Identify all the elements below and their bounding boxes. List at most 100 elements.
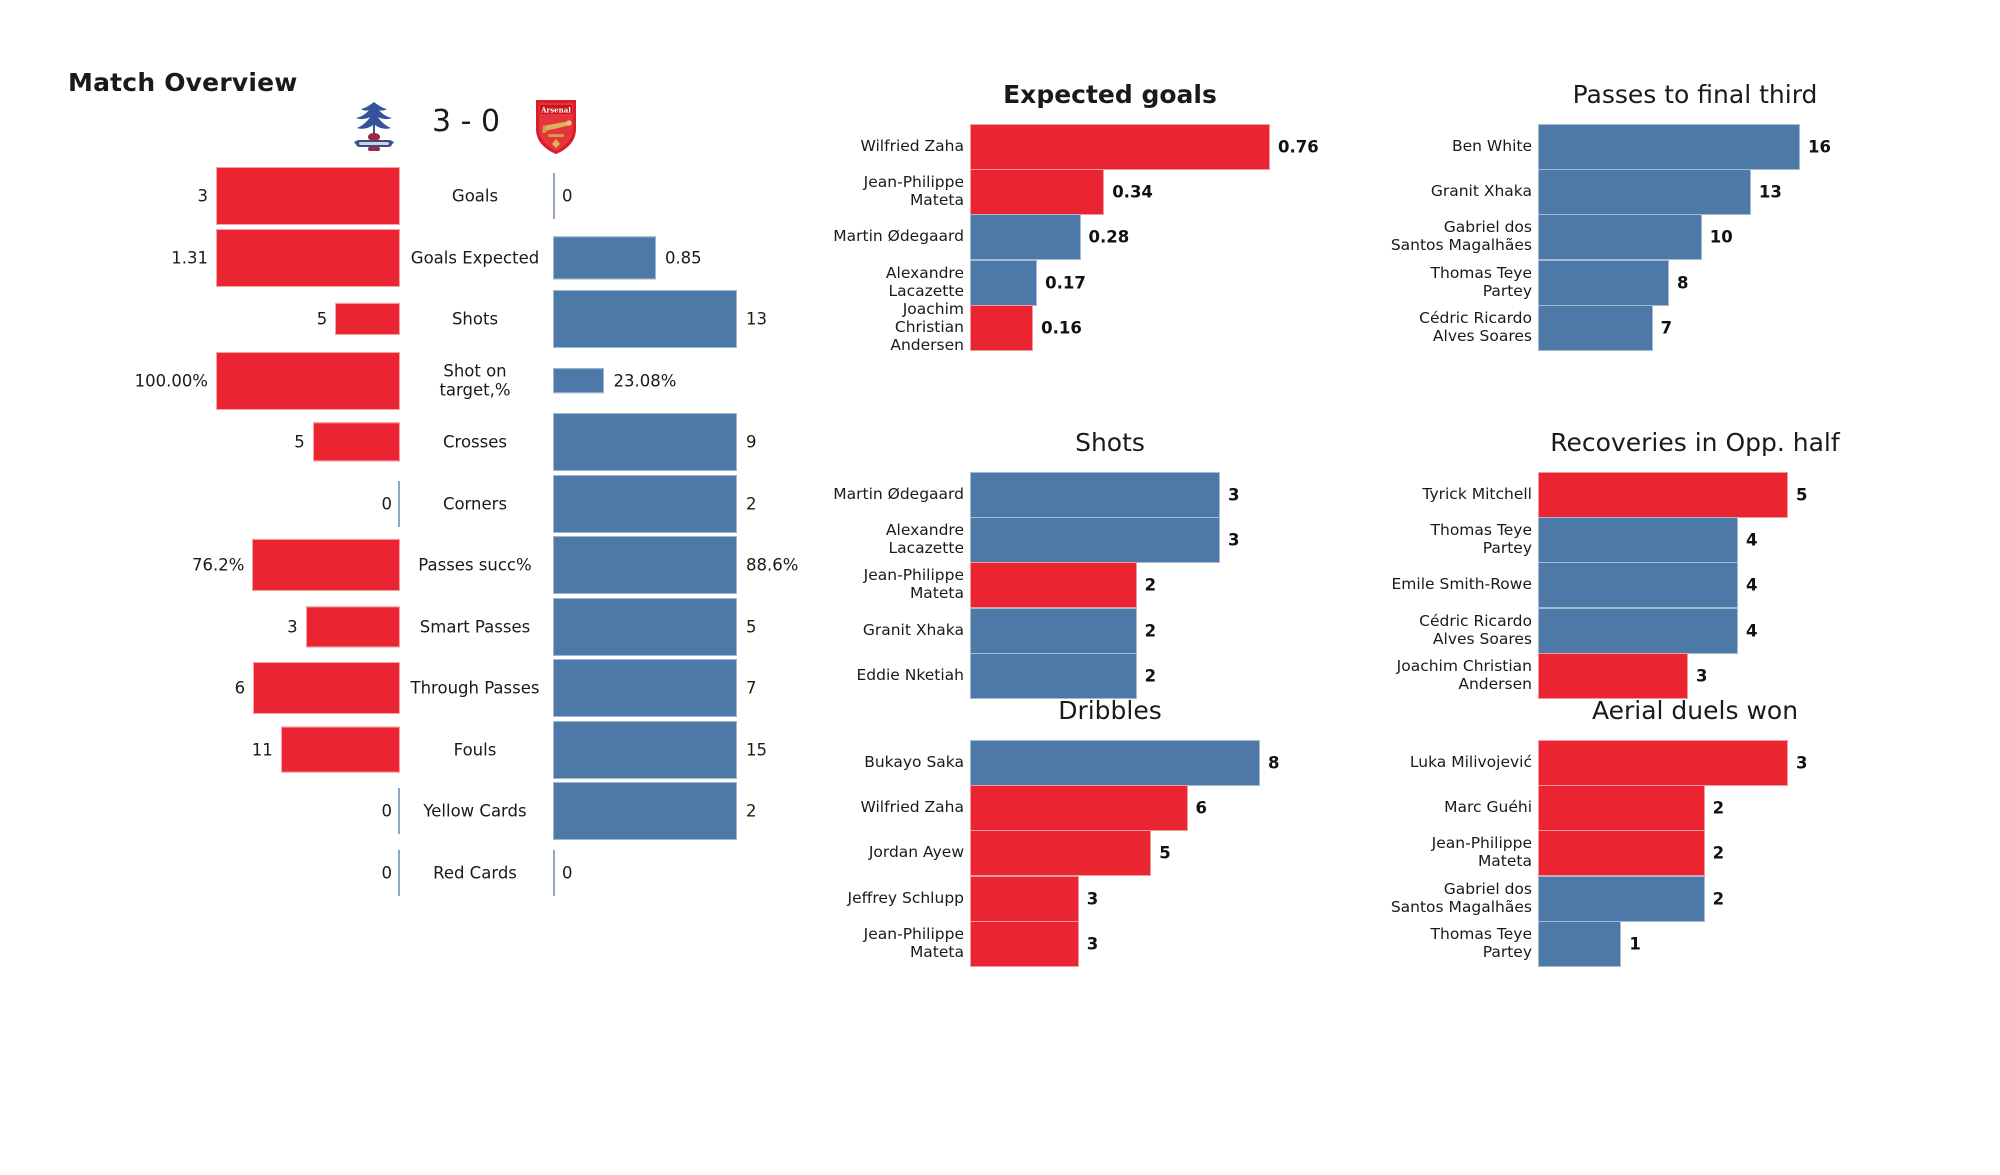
chart-bar-value: 2	[1712, 798, 1725, 818]
chart-bar	[1538, 830, 1705, 877]
chart-title: Dribbles	[1058, 696, 1162, 725]
overview-home-value: 3	[287, 617, 298, 636]
overview-away-value: 2	[746, 801, 757, 821]
overview-stat-label: Passes succ%	[418, 555, 532, 575]
overview-away-bar	[553, 413, 737, 471]
chart-bar-row: Joachim Christian Andersen 3	[1390, 652, 2000, 699]
page-title: Match Overview	[68, 68, 298, 97]
chart-bar-row: Jeffrey Schlupp 3	[830, 875, 1390, 922]
chart-category-label: Cédric Ricardo Alves Soares	[1419, 308, 1532, 345]
chart-bar-value: 0.76	[1278, 137, 1319, 157]
chart-bar	[1538, 214, 1702, 261]
overview-away-bar	[553, 235, 656, 280]
chart-bar-value: 0.34	[1112, 182, 1153, 202]
chart-bar-row: Wilfried Zaha 0.76	[830, 124, 1390, 170]
overview-stat-row: 0 Yellow Cards 2	[0, 780, 830, 842]
chart-bar-row: Thomas Teye Partey 8	[1390, 259, 2000, 306]
chart-title: Shots	[1075, 428, 1145, 457]
chart-bar	[1538, 517, 1738, 564]
chart-bar-value: 3	[1086, 889, 1099, 909]
overview-home-bar	[216, 167, 400, 225]
chart-category-label: Joachim Christian Andersen	[1396, 656, 1532, 693]
overview-stat-label: Through Passes	[410, 678, 540, 698]
chart-bar-row: Thomas Teye Partey 1	[1390, 920, 2000, 967]
chart-bar-row: Gabriel dos Santos Magalhães 10	[1390, 214, 2000, 261]
chart-bar-row: Luka Milivojević 3	[1390, 740, 2000, 786]
match-dashboard: Match Overview 3 - 0 Arsenal 3 Goals 0 1…	[0, 0, 2000, 1175]
chart-bar-value: 13	[1758, 182, 1782, 202]
chart-bar-value: 3	[1696, 666, 1708, 686]
overview-stat-row: 1.31 Goals Expected 0.85	[0, 227, 830, 289]
chart-category-label: Jean-Philippe Mateta	[1431, 834, 1532, 871]
match-overview-panel: Match Overview 3 - 0 Arsenal 3 Goals 0 1…	[0, 0, 830, 1175]
chart-category-label: Martin Ødegaard	[833, 485, 964, 504]
chart-panel: Recoveries in Opp. half Tyrick Mitchell 5 T…	[1390, 428, 2000, 718]
overview-away-bar	[553, 597, 737, 656]
chart-bar-row: Jean-Philippe Mateta 2	[830, 562, 1390, 609]
chart-bar-row: Thomas Teye Partey 4	[1390, 517, 2000, 564]
chart-title: Expected goals	[1003, 80, 1217, 109]
chart-bar-row: Martin Ødegaard 3	[830, 472, 1390, 518]
chart-bar	[1538, 259, 1669, 306]
overview-home-value: 76.2%	[192, 555, 245, 575]
overview-stat-row: 6 Through Passes 7	[0, 657, 830, 719]
chart-panel: Shots Martin Ødegaard 3 Alexandre Lacazette…	[830, 428, 1390, 718]
overview-away-bar	[553, 720, 737, 779]
chart-bar-value: 0.17	[1045, 273, 1086, 293]
chart-category-label: Bukayo Saka	[864, 753, 964, 772]
overview-away-bar	[553, 290, 737, 348]
chart-bar	[1538, 740, 1788, 786]
chart-category-label: Jean-Philippe Mateta	[863, 924, 964, 961]
chart-bar-row: Emile Smith-Rowe 4	[1390, 562, 2000, 609]
chart-category-label: Luka Milivojević	[1409, 753, 1532, 772]
away-team-crest-icon: Arsenal	[530, 96, 582, 156]
chart-category-label: Wilfried Zaha	[860, 798, 964, 817]
chart-category-label: Jordan Ayew	[868, 843, 964, 862]
overview-away-value: 88.6%	[746, 555, 799, 575]
home-team-crest-icon	[348, 96, 400, 156]
chart-bar	[970, 875, 1079, 922]
chart-bar	[1538, 785, 1705, 832]
chart-bar-row: Wilfried Zaha 6	[830, 785, 1390, 832]
chart-bar-value: 8	[1677, 273, 1689, 293]
chart-bar-value: 4	[1746, 575, 1758, 595]
chart-bar-row: Jean-Philippe Mateta 0.34	[830, 169, 1390, 216]
chart-bar-row: Bukayo Saka 8	[830, 740, 1390, 786]
chart-bar	[970, 169, 1105, 216]
overview-stat-row: 11 Fouls 15	[0, 719, 830, 781]
chart-bar-row: Tyrick Mitchell 5	[1390, 472, 2000, 518]
chart-bar	[970, 304, 1034, 351]
overview-stat-label: Crosses	[443, 432, 507, 452]
overview-stat-label: Shots	[451, 309, 499, 329]
scoreline: 3 - 0 Arsenal	[330, 96, 600, 158]
chart-category-label: Thomas Teye Partey	[1430, 263, 1532, 300]
chart-bar	[1538, 652, 1688, 699]
chart-category-label: Jean-Philippe Mateta	[863, 566, 964, 603]
chart-category-label: Ben White	[1452, 137, 1532, 156]
chart-category-label: Emile Smith-Rowe	[1391, 575, 1532, 594]
overview-away-value: 15	[746, 740, 767, 759]
chart-bar	[970, 652, 1137, 699]
overview-stat-row: 3 Goals 0	[0, 165, 830, 227]
chart-category-label: Granit Xhaka	[1430, 182, 1532, 201]
chart-category-label: Thomas Teye Partey	[1430, 924, 1532, 961]
chart-category-label: Cédric Ricardo Alves Soares	[1419, 611, 1532, 648]
overview-stat-label: Yellow Cards	[423, 801, 527, 821]
chart-category-label: Jean-Philippe Mateta	[863, 173, 964, 210]
overview-stat-label: Goals	[451, 186, 499, 206]
overview-home-value: 0	[381, 863, 393, 882]
overview-stat-label: Red Cards	[433, 862, 517, 882]
overview-away-bar	[553, 367, 605, 394]
overview-away-value: 2	[746, 494, 757, 513]
overview-away-bar	[553, 782, 737, 840]
overview-home-bar	[216, 228, 400, 287]
chart-bar	[970, 562, 1137, 609]
overview-home-value: 0	[381, 494, 393, 513]
overview-away-value: 5	[746, 617, 757, 636]
chart-bar-value: 3	[1796, 753, 1808, 773]
chart-panel: Dribbles Bukayo Saka 8 Wilfried Zaha 6 Jordan…	[830, 696, 1390, 986]
chart-bar	[1538, 875, 1705, 922]
chart-title: Aerial duels won	[1591, 696, 1799, 725]
overview-away-value: 23.08%	[613, 371, 677, 390]
overview-away-bar	[553, 659, 737, 717]
